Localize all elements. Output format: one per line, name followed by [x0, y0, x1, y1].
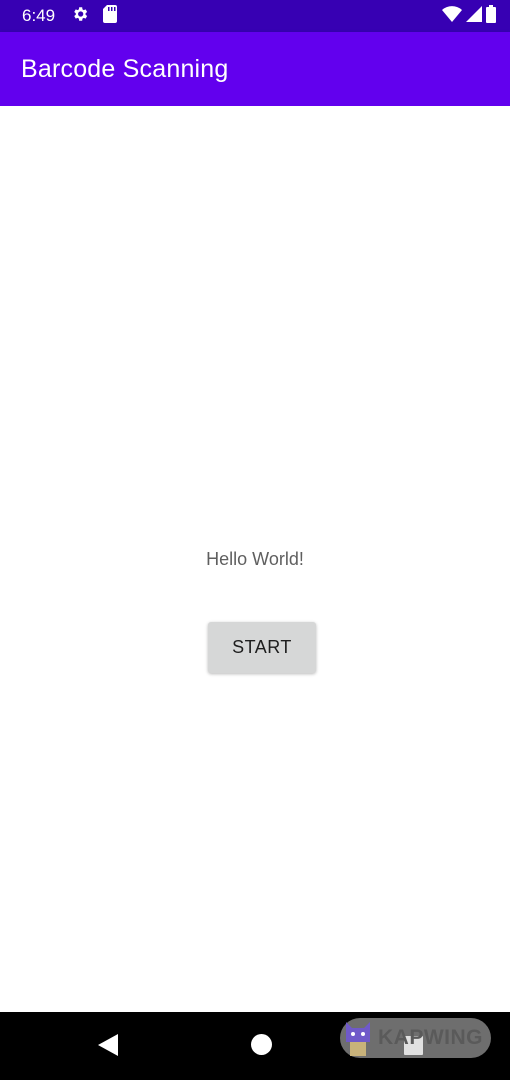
start-button[interactable]: START [208, 622, 316, 673]
home-icon[interactable] [251, 1034, 272, 1055]
app-bar: Barcode Scanning [0, 32, 510, 106]
main-content: Hello World! START [0, 106, 510, 1012]
kapwing-logo-icon [344, 1020, 372, 1056]
battery-icon [486, 4, 496, 28]
status-right-icons [442, 4, 496, 28]
hello-text: Hello World! [206, 549, 304, 569]
signal-icon [466, 5, 482, 27]
watermark-text: KAPWING [378, 1026, 483, 1049]
status-bar: 6:49 [0, 0, 510, 32]
settings-icon [71, 5, 89, 28]
back-icon[interactable] [98, 1034, 118, 1061]
app-title: Barcode Scanning [21, 54, 229, 83]
wifi-icon [442, 5, 462, 27]
status-time: 6:49 [22, 6, 56, 25]
sd-card-icon [103, 4, 118, 28]
status-left-icons [71, 4, 118, 28]
kapwing-watermark: KAPWING [340, 1018, 491, 1058]
